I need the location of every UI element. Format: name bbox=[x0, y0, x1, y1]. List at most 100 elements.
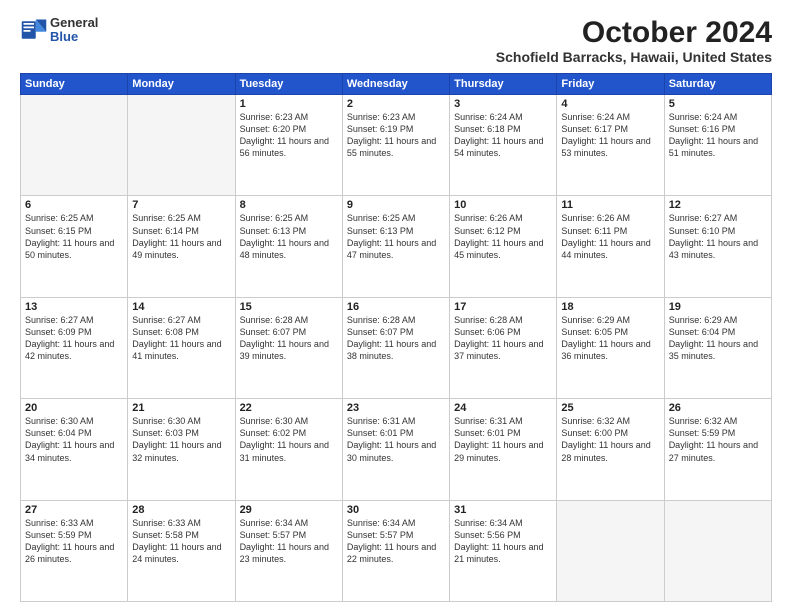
day-number: 5 bbox=[669, 98, 767, 110]
calendar-cell: 29Sunrise: 6:34 AM Sunset: 5:57 PM Dayli… bbox=[235, 500, 342, 601]
col-thursday: Thursday bbox=[450, 74, 557, 95]
calendar-cell: 1Sunrise: 6:23 AM Sunset: 6:20 PM Daylig… bbox=[235, 95, 342, 196]
day-detail: Sunrise: 6:31 AM Sunset: 6:01 PM Dayligh… bbox=[347, 415, 445, 464]
day-number: 16 bbox=[347, 301, 445, 313]
logo-general: General bbox=[50, 16, 98, 30]
day-detail: Sunrise: 6:30 AM Sunset: 6:04 PM Dayligh… bbox=[25, 415, 123, 464]
calendar-cell: 11Sunrise: 6:26 AM Sunset: 6:11 PM Dayli… bbox=[557, 196, 664, 297]
day-detail: Sunrise: 6:30 AM Sunset: 6:02 PM Dayligh… bbox=[240, 415, 338, 464]
calendar-cell bbox=[664, 500, 771, 601]
header: General Blue October 2024 Schofield Barr… bbox=[20, 16, 772, 65]
col-wednesday: Wednesday bbox=[342, 74, 449, 95]
day-detail: Sunrise: 6:26 AM Sunset: 6:12 PM Dayligh… bbox=[454, 212, 552, 261]
day-detail: Sunrise: 6:34 AM Sunset: 5:57 PM Dayligh… bbox=[347, 517, 445, 566]
calendar-cell: 3Sunrise: 6:24 AM Sunset: 6:18 PM Daylig… bbox=[450, 95, 557, 196]
logo: General Blue bbox=[20, 16, 98, 45]
calendar-cell bbox=[21, 95, 128, 196]
page: General Blue October 2024 Schofield Barr… bbox=[0, 0, 792, 612]
day-number: 14 bbox=[132, 301, 230, 313]
day-number: 25 bbox=[561, 402, 659, 414]
calendar-cell: 26Sunrise: 6:32 AM Sunset: 5:59 PM Dayli… bbox=[664, 399, 771, 500]
day-number: 23 bbox=[347, 402, 445, 414]
col-tuesday: Tuesday bbox=[235, 74, 342, 95]
calendar-cell bbox=[128, 95, 235, 196]
calendar-cell: 21Sunrise: 6:30 AM Sunset: 6:03 PM Dayli… bbox=[128, 399, 235, 500]
day-number: 27 bbox=[25, 504, 123, 516]
col-friday: Friday bbox=[557, 74, 664, 95]
calendar-cell: 22Sunrise: 6:30 AM Sunset: 6:02 PM Dayli… bbox=[235, 399, 342, 500]
day-number: 31 bbox=[454, 504, 552, 516]
day-number: 3 bbox=[454, 98, 552, 110]
day-detail: Sunrise: 6:29 AM Sunset: 6:05 PM Dayligh… bbox=[561, 314, 659, 363]
day-number: 22 bbox=[240, 402, 338, 414]
logo-blue: Blue bbox=[50, 30, 98, 44]
calendar-cell: 9Sunrise: 6:25 AM Sunset: 6:13 PM Daylig… bbox=[342, 196, 449, 297]
day-number: 8 bbox=[240, 199, 338, 211]
day-detail: Sunrise: 6:32 AM Sunset: 5:59 PM Dayligh… bbox=[669, 415, 767, 464]
calendar-header-row: Sunday Monday Tuesday Wednesday Thursday… bbox=[21, 74, 772, 95]
day-detail: Sunrise: 6:28 AM Sunset: 6:06 PM Dayligh… bbox=[454, 314, 552, 363]
day-number: 15 bbox=[240, 301, 338, 313]
day-detail: Sunrise: 6:34 AM Sunset: 5:57 PM Dayligh… bbox=[240, 517, 338, 566]
day-detail: Sunrise: 6:25 AM Sunset: 6:15 PM Dayligh… bbox=[25, 212, 123, 261]
calendar-cell: 30Sunrise: 6:34 AM Sunset: 5:57 PM Dayli… bbox=[342, 500, 449, 601]
day-number: 13 bbox=[25, 301, 123, 313]
day-detail: Sunrise: 6:30 AM Sunset: 6:03 PM Dayligh… bbox=[132, 415, 230, 464]
day-detail: Sunrise: 6:23 AM Sunset: 6:20 PM Dayligh… bbox=[240, 111, 338, 160]
day-number: 9 bbox=[347, 199, 445, 211]
day-number: 17 bbox=[454, 301, 552, 313]
day-detail: Sunrise: 6:25 AM Sunset: 6:13 PM Dayligh… bbox=[347, 212, 445, 261]
calendar-cell: 23Sunrise: 6:31 AM Sunset: 6:01 PM Dayli… bbox=[342, 399, 449, 500]
day-number: 7 bbox=[132, 199, 230, 211]
day-number: 11 bbox=[561, 199, 659, 211]
logo-icon bbox=[20, 16, 48, 44]
calendar-cell: 19Sunrise: 6:29 AM Sunset: 6:04 PM Dayli… bbox=[664, 297, 771, 398]
day-number: 18 bbox=[561, 301, 659, 313]
day-detail: Sunrise: 6:24 AM Sunset: 6:16 PM Dayligh… bbox=[669, 111, 767, 160]
day-detail: Sunrise: 6:24 AM Sunset: 6:17 PM Dayligh… bbox=[561, 111, 659, 160]
calendar-cell: 14Sunrise: 6:27 AM Sunset: 6:08 PM Dayli… bbox=[128, 297, 235, 398]
calendar-cell: 24Sunrise: 6:31 AM Sunset: 6:01 PM Dayli… bbox=[450, 399, 557, 500]
day-number: 26 bbox=[669, 402, 767, 414]
calendar-cell: 17Sunrise: 6:28 AM Sunset: 6:06 PM Dayli… bbox=[450, 297, 557, 398]
calendar-cell: 2Sunrise: 6:23 AM Sunset: 6:19 PM Daylig… bbox=[342, 95, 449, 196]
calendar-cell: 7Sunrise: 6:25 AM Sunset: 6:14 PM Daylig… bbox=[128, 196, 235, 297]
day-number: 20 bbox=[25, 402, 123, 414]
calendar-cell: 27Sunrise: 6:33 AM Sunset: 5:59 PM Dayli… bbox=[21, 500, 128, 601]
day-detail: Sunrise: 6:27 AM Sunset: 6:08 PM Dayligh… bbox=[132, 314, 230, 363]
calendar-cell: 15Sunrise: 6:28 AM Sunset: 6:07 PM Dayli… bbox=[235, 297, 342, 398]
day-number: 21 bbox=[132, 402, 230, 414]
calendar-cell: 25Sunrise: 6:32 AM Sunset: 6:00 PM Dayli… bbox=[557, 399, 664, 500]
day-detail: Sunrise: 6:33 AM Sunset: 5:59 PM Dayligh… bbox=[25, 517, 123, 566]
calendar-cell: 20Sunrise: 6:30 AM Sunset: 6:04 PM Dayli… bbox=[21, 399, 128, 500]
col-saturday: Saturday bbox=[664, 74, 771, 95]
day-number: 28 bbox=[132, 504, 230, 516]
title-block: October 2024 Schofield Barracks, Hawaii,… bbox=[496, 16, 772, 65]
day-detail: Sunrise: 6:31 AM Sunset: 6:01 PM Dayligh… bbox=[454, 415, 552, 464]
col-sunday: Sunday bbox=[21, 74, 128, 95]
calendar-week-3: 20Sunrise: 6:30 AM Sunset: 6:04 PM Dayli… bbox=[21, 399, 772, 500]
day-detail: Sunrise: 6:24 AM Sunset: 6:18 PM Dayligh… bbox=[454, 111, 552, 160]
calendar-cell: 6Sunrise: 6:25 AM Sunset: 6:15 PM Daylig… bbox=[21, 196, 128, 297]
day-number: 30 bbox=[347, 504, 445, 516]
calendar-week-1: 6Sunrise: 6:25 AM Sunset: 6:15 PM Daylig… bbox=[21, 196, 772, 297]
calendar-cell: 10Sunrise: 6:26 AM Sunset: 6:12 PM Dayli… bbox=[450, 196, 557, 297]
day-detail: Sunrise: 6:25 AM Sunset: 6:13 PM Dayligh… bbox=[240, 212, 338, 261]
day-detail: Sunrise: 6:27 AM Sunset: 6:09 PM Dayligh… bbox=[25, 314, 123, 363]
calendar-week-2: 13Sunrise: 6:27 AM Sunset: 6:09 PM Dayli… bbox=[21, 297, 772, 398]
calendar-cell: 31Sunrise: 6:34 AM Sunset: 5:56 PM Dayli… bbox=[450, 500, 557, 601]
day-detail: Sunrise: 6:25 AM Sunset: 6:14 PM Dayligh… bbox=[132, 212, 230, 261]
day-number: 19 bbox=[669, 301, 767, 313]
day-number: 12 bbox=[669, 199, 767, 211]
calendar-cell: 4Sunrise: 6:24 AM Sunset: 6:17 PM Daylig… bbox=[557, 95, 664, 196]
calendar-cell bbox=[557, 500, 664, 601]
day-number: 2 bbox=[347, 98, 445, 110]
day-number: 24 bbox=[454, 402, 552, 414]
calendar-week-4: 27Sunrise: 6:33 AM Sunset: 5:59 PM Dayli… bbox=[21, 500, 772, 601]
logo-text: General Blue bbox=[50, 16, 98, 45]
day-detail: Sunrise: 6:28 AM Sunset: 6:07 PM Dayligh… bbox=[347, 314, 445, 363]
day-number: 1 bbox=[240, 98, 338, 110]
day-detail: Sunrise: 6:28 AM Sunset: 6:07 PM Dayligh… bbox=[240, 314, 338, 363]
calendar-cell: 28Sunrise: 6:33 AM Sunset: 5:58 PM Dayli… bbox=[128, 500, 235, 601]
day-detail: Sunrise: 6:29 AM Sunset: 6:04 PM Dayligh… bbox=[669, 314, 767, 363]
